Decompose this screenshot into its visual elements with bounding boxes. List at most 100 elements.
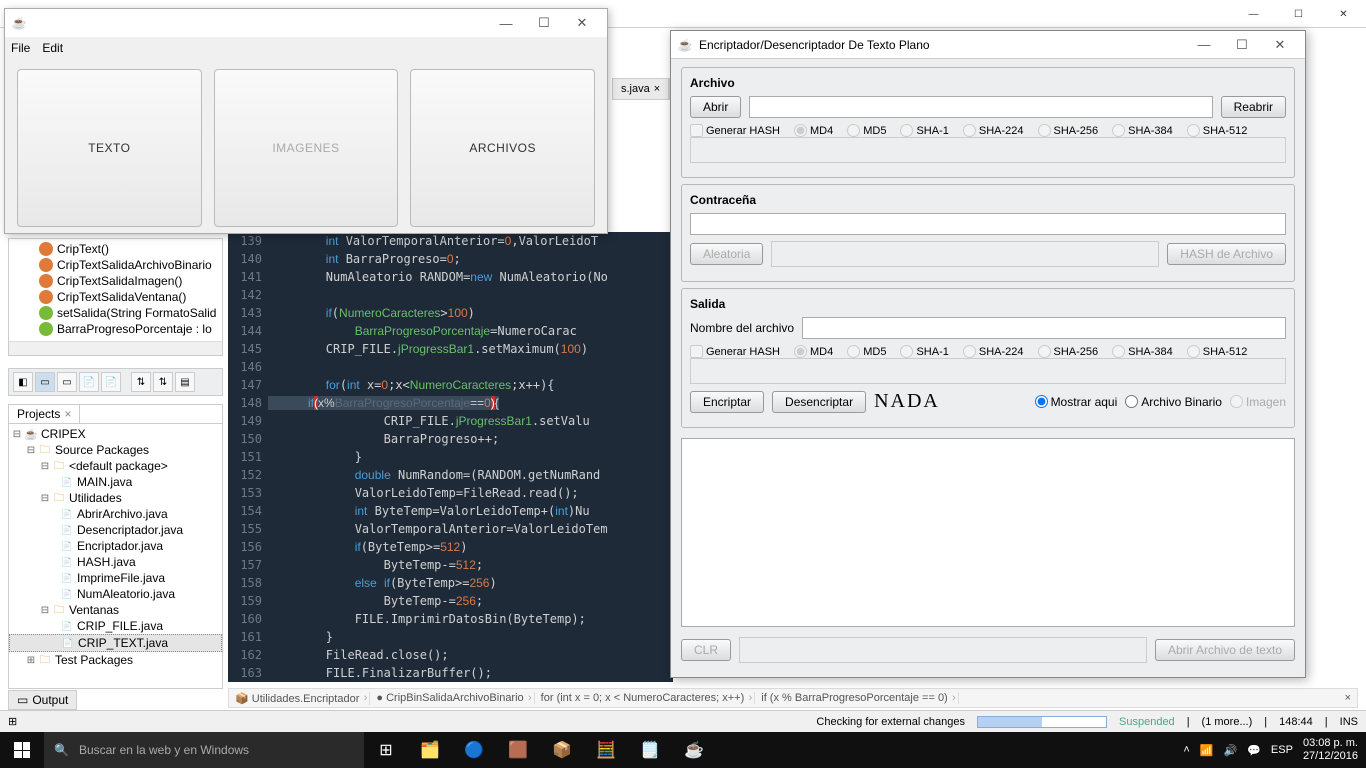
salida-sha384-radio[interactable]: SHA-384 xyxy=(1112,345,1173,358)
taskbar-chrome-icon[interactable]: 🔵 xyxy=(452,732,496,768)
tree-file[interactable]: 📄AbrirArchivo.java xyxy=(9,506,222,522)
tree-file-selected[interactable]: 📄CRIP_TEXT.java xyxy=(9,634,222,652)
member-item[interactable]: CripTextSalidaImagen() xyxy=(9,273,222,289)
close-icon[interactable]: × xyxy=(1339,692,1357,704)
member-item[interactable]: BarraProgresoPorcentaje : lo xyxy=(9,321,222,337)
launcher-window[interactable]: ☕ — ☐ ✕ File Edit TEXTO IMAGENES ARCHIVO… xyxy=(4,8,608,234)
breadcrumb-item[interactable]: for (int x = 0; x < NumeroCaracteres; x+… xyxy=(535,692,756,704)
member-item[interactable]: CripTextSalidaArchivoBinario xyxy=(9,257,222,273)
nombre-archivo-input[interactable] xyxy=(802,317,1286,339)
close-icon[interactable]: ✕ xyxy=(563,10,601,36)
tree-file[interactable]: 📄Encriptador.java xyxy=(9,538,222,554)
taskbar-java-icon[interactable]: ☕ xyxy=(672,732,716,768)
maximize-icon[interactable]: ☐ xyxy=(1276,0,1321,28)
breadcrumb-item[interactable]: if (x % BarraProgresoPorcentaje == 0) xyxy=(755,692,958,704)
start-button[interactable] xyxy=(0,732,44,768)
taskbar-explorer-icon[interactable]: 🗂️ xyxy=(408,732,452,768)
taskbar-clock[interactable]: 03:08 p. m. 27/12/2016 xyxy=(1303,737,1358,763)
output-tab[interactable]: ▭Output xyxy=(8,690,77,710)
toolbar-button[interactable]: ◧ xyxy=(13,372,33,392)
member-item[interactable]: CripTextSalidaVentana() xyxy=(9,289,222,305)
minimize-icon[interactable]: — xyxy=(1231,0,1276,28)
hash-md5-radio[interactable]: MD5 xyxy=(847,124,886,137)
salida-md5-radio[interactable]: MD5 xyxy=(847,345,886,358)
taskbar-app-icon[interactable]: 🗒️ xyxy=(628,732,672,768)
taskbar-app-icon[interactable]: 📦 xyxy=(540,732,584,768)
menu-file[interactable]: File xyxy=(11,41,30,55)
status-more[interactable]: (1 more...) xyxy=(1202,716,1253,728)
close-icon[interactable]: ✕ xyxy=(1321,0,1366,28)
tray-network-icon[interactable]: 📶 xyxy=(1200,744,1214,757)
projects-tab[interactable]: Projects× xyxy=(9,405,80,423)
tray-volume-icon[interactable]: 🔊 xyxy=(1224,744,1238,757)
clr-button[interactable]: CLR xyxy=(681,639,731,661)
tree-folder[interactable]: ⊟🗀Utilidades xyxy=(9,490,222,506)
breadcrumb-item[interactable]: 📦 Utilidades.Encriptador xyxy=(229,692,370,705)
tree-folder[interactable]: ⊟🗀<default package> xyxy=(9,458,222,474)
salida-sha512-radio[interactable]: SHA-512 xyxy=(1187,345,1248,358)
aleatoria-button[interactable]: Aleatoria xyxy=(690,243,763,265)
tree-folder[interactable]: ⊞🗀Test Packages xyxy=(9,652,222,668)
taskbar-app-icon[interactable]: 🟫 xyxy=(496,732,540,768)
member-item[interactable]: CripText() xyxy=(9,241,222,257)
mostrar-aqui-radio[interactable]: Mostrar aqui xyxy=(1035,395,1118,409)
hash-md4-radio[interactable]: MD4 xyxy=(794,124,833,137)
tree-folder[interactable]: ⊟🗀Ventanas xyxy=(9,602,222,618)
tree-file[interactable]: 📄ImprimeFile.java xyxy=(9,570,222,586)
toolbar-button[interactable]: ⇅ xyxy=(153,372,173,392)
imagenes-button[interactable]: IMAGENES xyxy=(214,69,399,227)
tray-action-icon[interactable]: 💬 xyxy=(1247,744,1261,757)
imagen-radio[interactable]: Imagen xyxy=(1230,395,1286,409)
launcher-titlebar[interactable]: ☕ — ☐ ✕ xyxy=(5,9,607,37)
encriptador-titlebar[interactable]: ☕ Encriptador/Desencriptador De Texto Pl… xyxy=(671,31,1305,59)
archivo-path-input[interactable] xyxy=(749,96,1212,118)
maximize-icon[interactable]: ☐ xyxy=(525,10,563,36)
scrollbar[interactable] xyxy=(9,341,222,355)
tray-chevron-icon[interactable]: ˄ xyxy=(1183,744,1189,756)
breadcrumb-item[interactable]: ● CripBinSalidaArchivoBinario xyxy=(370,692,534,704)
taskbar-calc-icon[interactable]: 🧮 xyxy=(584,732,628,768)
toolbar-button[interactable]: 📄 xyxy=(79,372,99,392)
generar-hash-checkbox[interactable]: Generar HASH xyxy=(690,124,780,137)
hash-sha512-radio[interactable]: SHA-512 xyxy=(1187,124,1248,137)
salida-md4-radio[interactable]: MD4 xyxy=(794,345,833,358)
desencriptar-button[interactable]: Desencriptar xyxy=(772,391,866,413)
output-textarea[interactable] xyxy=(681,438,1295,627)
menu-edit[interactable]: Edit xyxy=(42,41,63,55)
abrir-archivo-texto-button[interactable]: Abrir Archivo de texto xyxy=(1155,639,1295,661)
hash-archivo-button[interactable]: HASH de Archivo xyxy=(1167,243,1286,265)
member-item[interactable]: setSalida(String FormatoSalid xyxy=(9,305,222,321)
task-view-icon[interactable]: ⊞ xyxy=(364,732,408,768)
reabrir-button[interactable]: Reabrir xyxy=(1221,96,1286,118)
tree-file[interactable]: 📄NumAleatorio.java xyxy=(9,586,222,602)
tree-file[interactable]: 📄MAIN.java xyxy=(9,474,222,490)
salida-sha256-radio[interactable]: SHA-256 xyxy=(1038,345,1099,358)
editor-tab[interactable]: s.java× xyxy=(612,78,669,100)
hash-sha256-radio[interactable]: SHA-256 xyxy=(1038,124,1099,137)
salida-sha1-radio[interactable]: SHA-1 xyxy=(900,345,948,358)
taskbar-search[interactable]: 🔍 Buscar en la web y en Windows xyxy=(44,732,364,768)
encriptador-window[interactable]: ☕ Encriptador/Desencriptador De Texto Pl… xyxy=(670,30,1306,678)
close-tab-icon[interactable]: × xyxy=(654,83,660,95)
texto-button[interactable]: TEXTO xyxy=(17,69,202,227)
tree-folder[interactable]: ⊟🗀Source Packages xyxy=(9,442,222,458)
toolbar-button[interactable]: ⇅ xyxy=(131,372,151,392)
hash-sha384-radio[interactable]: SHA-384 xyxy=(1112,124,1173,137)
contracena-input[interactable] xyxy=(690,213,1286,235)
toolbar-button[interactable]: 📄 xyxy=(101,372,121,392)
close-tab-icon[interactable]: × xyxy=(64,407,71,421)
close-icon[interactable]: ✕ xyxy=(1261,32,1299,58)
minimize-icon[interactable]: — xyxy=(487,10,525,36)
hash-sha224-radio[interactable]: SHA-224 xyxy=(963,124,1024,137)
salida-sha224-radio[interactable]: SHA-224 xyxy=(963,345,1024,358)
toolbar-button[interactable]: ▭ xyxy=(57,372,77,392)
salida-generar-hash-checkbox[interactable]: Generar HASH xyxy=(690,345,780,358)
maximize-icon[interactable]: ☐ xyxy=(1223,32,1261,58)
abrir-button[interactable]: Abrir xyxy=(690,96,741,118)
archivos-button[interactable]: ARCHIVOS xyxy=(410,69,595,227)
tree-file[interactable]: 📄HASH.java xyxy=(9,554,222,570)
archivo-binario-radio[interactable]: Archivo Binario xyxy=(1125,395,1222,409)
toolbar-button[interactable]: ▤ xyxy=(175,372,195,392)
tree-file[interactable]: 📄Desencriptador.java xyxy=(9,522,222,538)
code-editor[interactable]: int ValorTemporalAnterior=0,ValorLeidoT … xyxy=(268,232,673,682)
